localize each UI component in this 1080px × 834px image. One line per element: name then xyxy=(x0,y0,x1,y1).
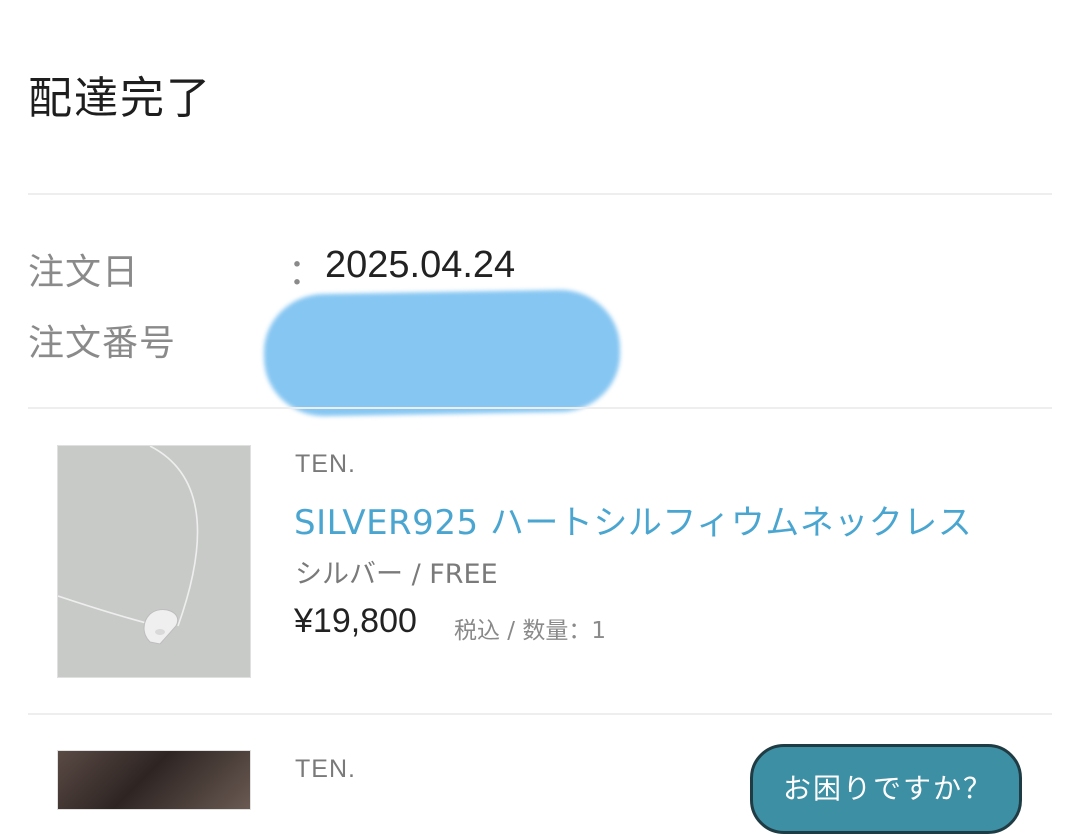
help-label: お困りですか？ xyxy=(783,772,994,805)
order-number-redaction xyxy=(262,288,622,418)
divider xyxy=(28,713,1052,715)
order-date-value: 2025.04.24 xyxy=(325,244,516,286)
product-thumbnail[interactable] xyxy=(57,445,251,678)
product-price-note: 税込 / 数量：1 xyxy=(454,618,607,644)
divider xyxy=(28,407,1052,409)
product-name-link[interactable]: SILVER925 ハートシルフィウムネックレス xyxy=(294,495,972,544)
product-thumbnail[interactable] xyxy=(57,750,251,810)
help-button[interactable]: お困りですか？ xyxy=(750,744,1022,834)
order-number-label: 注文番号 xyxy=(28,323,177,364)
product-brand: TEN. xyxy=(295,450,356,478)
necklace-image xyxy=(58,446,250,677)
product-brand: TEN. xyxy=(295,755,356,783)
divider xyxy=(28,193,1052,195)
product-variant: シルバー / FREE xyxy=(295,559,498,590)
order-date-label: 注文日 xyxy=(28,252,140,293)
order-status-title: 配達完了 xyxy=(28,73,212,124)
product-price: ¥19,800 xyxy=(294,602,417,640)
order-date-colon: ： xyxy=(288,252,325,293)
